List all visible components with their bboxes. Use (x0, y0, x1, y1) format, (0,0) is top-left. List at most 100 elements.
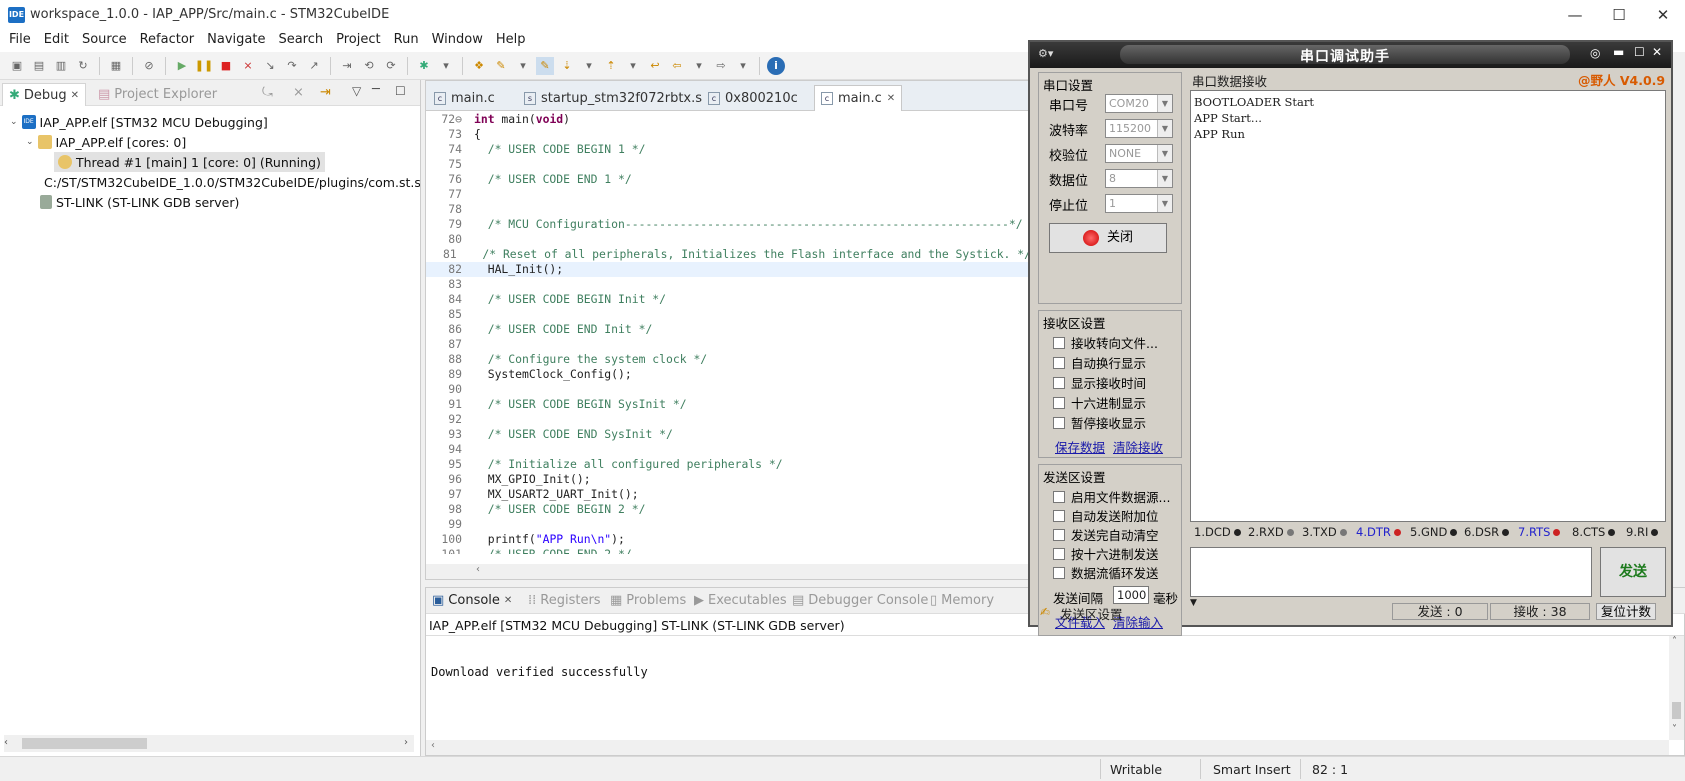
code-line[interactable]: 85 (426, 307, 1031, 322)
recv-to-file-checkbox[interactable]: 接收转向文件... (1053, 333, 1158, 352)
menu-help[interactable]: Help (491, 30, 534, 52)
chevron-down-icon[interactable]: ▼ (1157, 120, 1172, 137)
console-vertical-scrollbar[interactable]: ˄ ˅ (1669, 636, 1684, 740)
last-edit-icon[interactable]: ↩ (646, 57, 664, 75)
chevron-down-icon[interactable]: ▼ (1157, 145, 1172, 162)
code-line[interactable]: 86 /* USER CODE END Init */ (426, 322, 1031, 337)
maximize-button[interactable]: ☐ (1597, 0, 1641, 30)
data-bits-select[interactable]: 8 ▼ (1105, 169, 1173, 188)
minimize-button[interactable]: — (1553, 0, 1597, 30)
code-line[interactable]: 98 /* USER CODE BEGIN 2 */ (426, 502, 1031, 517)
close-icon[interactable]: ✕ (1652, 45, 1662, 59)
tab-executables[interactable]: ▶ Executables (694, 593, 787, 608)
tree-item-gdb-path[interactable]: C:/ST/STM32CubeIDE_1.0.0/STM32CubeIDE/pl… (40, 172, 420, 192)
code-area[interactable]: 72⊖ int main(void) 73 {74 /* USER CODE BEGI… (426, 112, 1031, 554)
editor-tab-main-c[interactable]: c main.c (428, 87, 501, 109)
chevron-down-icon[interactable]: ⌄ (26, 137, 34, 147)
close-icon[interactable]: ✕ (71, 90, 79, 101)
auto-wrap-checkbox[interactable]: 自动换行显示 (1053, 353, 1146, 372)
menu-edit[interactable]: Edit (39, 30, 77, 52)
stop-bits-select[interactable]: 1 ▼ (1105, 194, 1173, 213)
next-annotation-icon[interactable]: ⇣ (558, 57, 576, 75)
debug-icon[interactable]: ✱ (415, 57, 433, 75)
code-line[interactable]: 87 (426, 337, 1031, 352)
restart-icon[interactable]: ⟲ (360, 57, 378, 75)
close-icon[interactable]: ✕ (504, 595, 512, 606)
scroll-right-icon[interactable]: › (404, 737, 408, 748)
chevron-down-icon[interactable]: ▼ (1190, 598, 1197, 608)
remove-terminated-icon[interactable]: ⨯ (293, 85, 304, 100)
tab-registers[interactable]: ⁞⁞ Registers (528, 593, 601, 608)
tree-item-thread[interactable]: Thread #1 [main] 1 [core: 0] (Running) (54, 152, 325, 172)
checkbox-box[interactable] (1053, 528, 1065, 541)
code-line[interactable]: 93 /* USER CODE END SysInit */ (426, 427, 1031, 442)
tab-debug[interactable]: ✱ Debug ✕ (2, 83, 87, 106)
hex-display-checkbox[interactable]: 十六进制显示 (1053, 393, 1146, 412)
tab-debugger-console[interactable]: ▤ Debugger Console (792, 593, 928, 608)
tree-item-debug-session[interactable]: ⌄ IDE IAP_APP.elf [STM32 MCU Debugging] (10, 112, 268, 132)
editor-tab-startup[interactable]: s startup_stm32f072rbtx.s (518, 87, 708, 109)
reset-counter-button[interactable]: 复位计数 (1596, 603, 1656, 620)
dropdown-icon[interactable]: ▾ (437, 57, 455, 75)
system-menu-icon[interactable]: ⚙▾ (1038, 47, 1053, 60)
mark-occurrences-icon[interactable]: ✎ (536, 56, 554, 75)
scroll-left-icon[interactable]: ‹ (4, 737, 8, 748)
save-data-link[interactable]: 保存数据 (1055, 437, 1105, 456)
code-line[interactable]: 80 (426, 232, 1031, 247)
step-over-icon[interactable]: ↷ (283, 57, 301, 75)
dropdown-icon[interactable]: ▾ (734, 57, 752, 75)
code-line[interactable]: 84 /* USER CODE BEGIN Init */ (426, 292, 1031, 307)
back-icon[interactable]: ⇦ (668, 57, 686, 75)
checkbox-box[interactable] (1053, 547, 1065, 560)
open-resource-icon[interactable]: ✎ (492, 57, 510, 75)
send-textarea[interactable] (1190, 547, 1592, 597)
resume-icon[interactable]: ▶ (173, 57, 191, 75)
instruction-step-icon[interactable]: ⇥ (338, 57, 356, 75)
checkbox-box[interactable] (1053, 396, 1065, 409)
auto-append-checkbox[interactable]: 自动发送附加位 (1053, 506, 1159, 525)
scrollbar-thumb[interactable] (1672, 702, 1681, 719)
reset-icon[interactable]: ⟳ (382, 57, 400, 75)
checkbox-box[interactable] (1053, 509, 1065, 522)
step-return-icon[interactable]: ↗ (305, 57, 323, 75)
build-icon[interactable]: ▦ (107, 57, 125, 75)
code-line[interactable]: 99 (426, 517, 1031, 532)
minimize-icon[interactable]: ▬ (1613, 45, 1624, 59)
new-icon[interactable]: ▣ (8, 57, 26, 75)
tab-memory[interactable]: ▯ Memory (930, 593, 994, 608)
maximize-view-icon[interactable]: ☐ (395, 84, 406, 98)
connect-icon[interactable]: ⤿ (262, 85, 273, 100)
file-source-checkbox[interactable]: 启用文件数据源... (1053, 487, 1170, 506)
forward-icon[interactable]: ⇨ (712, 57, 730, 75)
open-close-port-button[interactable]: 关闭 (1049, 223, 1167, 253)
code-line[interactable]: 83 (426, 277, 1031, 292)
code-line[interactable]: 81 /* Reset of all peripherals, Initiali… (426, 247, 1031, 262)
step-into-icon[interactable]: ↘ (261, 57, 279, 75)
code-line[interactable]: 94 (426, 442, 1031, 457)
minimize-view-icon[interactable]: ─ (372, 82, 380, 97)
checkbox-box[interactable] (1053, 336, 1065, 349)
code-line[interactable]: 89 SystemClock_Config(); (426, 367, 1031, 382)
auto-clear-checkbox[interactable]: 发送完自动清空 (1053, 525, 1159, 544)
dropdown-icon[interactable]: ▾ (514, 57, 532, 75)
tree-item-process[interactable]: ⌄ IAP_APP.elf [cores: 0] (26, 132, 186, 152)
code-line[interactable]: 74 /* USER CODE BEGIN 1 */ (426, 142, 1031, 157)
dropdown-icon[interactable]: ▾ (624, 57, 642, 75)
baud-select[interactable]: 115200 ▼ (1105, 119, 1173, 138)
chevron-down-icon[interactable]: ▼ (1157, 95, 1172, 112)
code-line[interactable]: 75 (426, 157, 1031, 172)
scroll-left-icon[interactable]: ‹ (476, 564, 480, 575)
disconnect-icon[interactable]: ⨯ (239, 57, 257, 75)
info-icon[interactable]: i (767, 56, 785, 75)
refresh-icon[interactable]: ↻ (74, 57, 92, 75)
code-line[interactable]: 76 /* USER CODE END 1 */ (426, 172, 1031, 187)
prev-annotation-icon[interactable]: ⇡ (602, 57, 620, 75)
code-line[interactable]: 73 { (426, 127, 1031, 142)
loop-send-checkbox[interactable]: 数据流循环发送 (1053, 563, 1159, 582)
chevron-down-icon[interactable]: ▼ (1157, 170, 1172, 187)
chevron-down-icon[interactable]: ⌄ (10, 117, 18, 127)
code-line[interactable]: 91 /* USER CODE BEGIN SysInit */ (426, 397, 1031, 412)
code-line[interactable]: 96 MX_GPIO_Init(); (426, 472, 1031, 487)
editor-tab-main-c-active[interactable]: c main.c ✕ (814, 85, 903, 111)
hex-send-checkbox[interactable]: 按十六进制发送 (1053, 544, 1159, 563)
